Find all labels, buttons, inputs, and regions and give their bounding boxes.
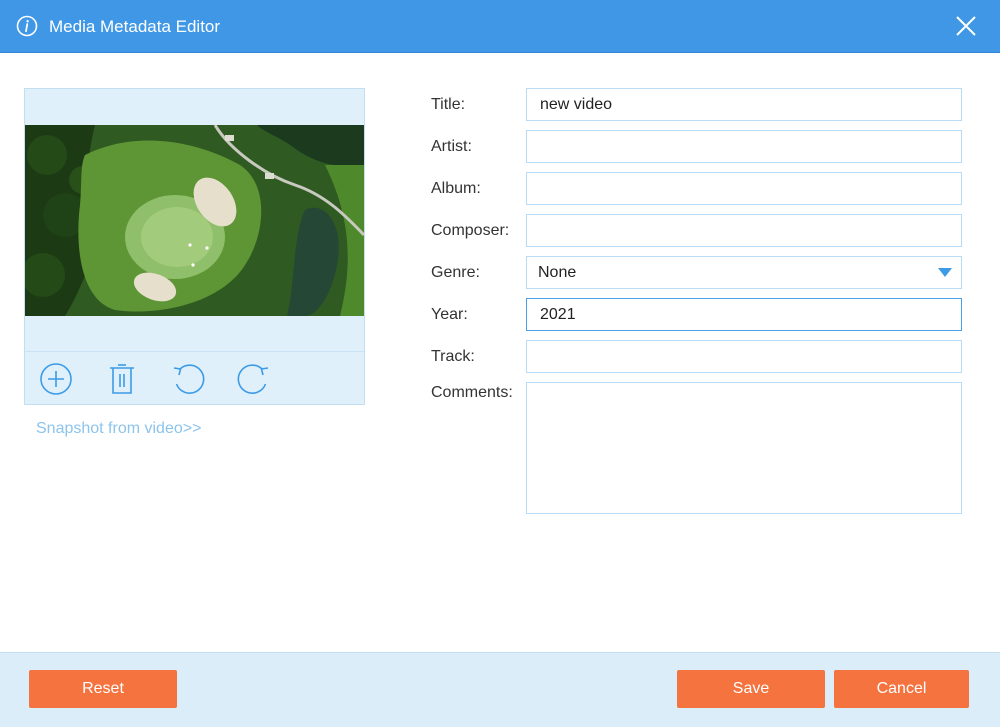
- title-input[interactable]: [526, 88, 962, 121]
- rotate-left-icon[interactable]: [171, 362, 205, 396]
- artist-label: Artist:: [431, 138, 472, 155]
- delete-icon[interactable]: [105, 362, 139, 396]
- comments-textarea[interactable]: [526, 382, 962, 514]
- title-label: Title:: [431, 96, 466, 113]
- composer-input[interactable]: [526, 214, 962, 247]
- add-icon[interactable]: [39, 362, 73, 396]
- year-input[interactable]: [526, 298, 962, 331]
- save-button[interactable]: Save: [677, 670, 825, 708]
- chevron-down-icon: [938, 268, 952, 277]
- cancel-button[interactable]: Cancel: [834, 670, 969, 708]
- rotate-right-icon[interactable]: [237, 362, 271, 396]
- cover-divider: [25, 351, 364, 352]
- album-label: Album:: [431, 180, 481, 197]
- close-icon[interactable]: [953, 13, 979, 39]
- cover-image: [25, 125, 364, 316]
- album-input[interactable]: [526, 172, 962, 205]
- footer-bar: Reset Save Cancel: [0, 652, 1000, 727]
- track-input[interactable]: [526, 340, 962, 373]
- genre-select[interactable]: None: [526, 256, 962, 289]
- track-label: Track:: [431, 348, 475, 365]
- window-title: Media Metadata Editor: [49, 17, 221, 36]
- reset-button[interactable]: Reset: [29, 670, 177, 708]
- genre-label: Genre:: [431, 264, 480, 281]
- comments-label: Comments:: [431, 384, 513, 401]
- title-bar: Media Metadata Editor: [0, 0, 1000, 53]
- composer-label: Composer:: [431, 222, 510, 239]
- cover-panel: [24, 88, 365, 405]
- artist-input[interactable]: [526, 130, 962, 163]
- info-icon: [16, 15, 38, 37]
- genre-selected-value: None: [538, 264, 577, 281]
- year-label: Year:: [431, 306, 468, 323]
- snapshot-from-video-link[interactable]: Snapshot from video>>: [36, 420, 201, 438]
